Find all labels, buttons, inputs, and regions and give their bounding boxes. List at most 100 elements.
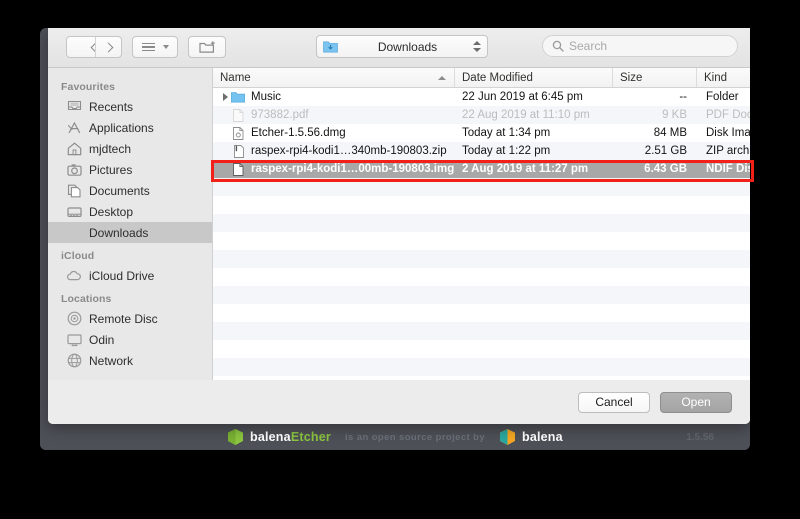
desktop-icon <box>66 204 82 220</box>
empty-row <box>213 250 750 268</box>
list-view-icon <box>141 42 155 52</box>
sidebar-section-favourites-title: Favourites <box>61 81 116 93</box>
column-header-size[interactable]: Size <box>613 68 697 87</box>
disclosure-triangle-icon[interactable] <box>220 93 230 101</box>
table-row[interactable]: Music 22 Jun 2019 at 6:45 pm -- Folder <box>213 88 750 106</box>
row-date-cell: 22 Aug 2019 at 11:10 pm <box>462 109 590 121</box>
etcher-word: Etcher <box>290 430 331 444</box>
new-folder-icon <box>198 41 215 53</box>
sidebar-item-applications[interactable]: Applications <box>48 117 212 138</box>
disc-icon <box>66 311 82 327</box>
recents-icon <box>66 99 82 115</box>
column-header-name[interactable]: Name <box>213 68 455 87</box>
sidebar-item-recents[interactable]: Recents <box>48 96 212 117</box>
row-kind-cell: PDF Docu <box>706 109 750 121</box>
open-button[interactable]: Open <box>660 391 732 413</box>
sidebar-item-pictures[interactable]: Pictures <box>48 159 212 180</box>
forward-button[interactable] <box>95 37 123 57</box>
sidebar-section-icloud-title: iCloud <box>61 250 95 262</box>
empty-row <box>213 340 750 358</box>
display-icon <box>66 332 82 348</box>
sidebar-item-desktop[interactable]: Desktop <box>48 201 212 222</box>
file-list: Name Date Modified Size Kind Music 22 Ju… <box>213 68 750 424</box>
row-kind-cell: Folder <box>706 91 739 103</box>
dialog-body: Favourites Recents Applications mjdtech … <box>48 68 750 424</box>
table-row[interactable]: 973882.pdf 22 Aug 2019 at 11:10 pm 9 KB … <box>213 106 750 124</box>
column-header-date-modified[interactable]: Date Modified <box>455 68 613 87</box>
downloads-icon <box>66 225 82 241</box>
sidebar-item-documents[interactable]: Documents <box>48 180 212 201</box>
sidebar-item-label: iCloud Drive <box>89 268 155 283</box>
row-date-cell: Today at 1:34 pm <box>462 127 551 139</box>
open-file-dialog: Downloads Search Favourites Recents Appl… <box>48 28 750 424</box>
row-date-cell: Today at 1:22 pm <box>462 145 551 157</box>
table-row[interactable]: Etcher-1.5.56.dmg Today at 1:34 pm 84 MB… <box>213 124 750 142</box>
table-row[interactable]: raspex-rpi4-kodi1…00mb-190803.img 2 Aug … <box>213 160 750 178</box>
sidebar-item-icloud-drive[interactable]: iCloud Drive <box>48 265 212 286</box>
file-rows: Music 22 Jun 2019 at 6:45 pm -- Folder 9… <box>213 88 750 424</box>
sidebar-item-mjdtech[interactable]: mjdtech <box>48 138 212 159</box>
pdf-file-icon <box>231 108 245 122</box>
zip-file-icon <box>231 144 245 158</box>
sidebar-item-label: Applications <box>89 120 154 135</box>
new-folder-button[interactable] <box>188 36 226 58</box>
row-name-cell: 973882.pdf <box>213 108 455 122</box>
pictures-icon <box>66 162 82 178</box>
empty-row <box>213 214 750 232</box>
etcher-footer-bar: balenaEtcher is an open source project b… <box>40 424 750 450</box>
sidebar-item-label: Remote Disc <box>89 311 158 326</box>
sidebar-item-label: Downloads <box>89 225 149 240</box>
home-icon <box>66 141 82 157</box>
documents-icon <box>66 183 82 199</box>
search-field[interactable]: Search <box>542 35 738 57</box>
balena-etcher-brand: balenaEtcher <box>228 424 331 450</box>
table-row[interactable]: raspex-rpi4-kodi1…340mb-190803.zip Today… <box>213 142 750 160</box>
sidebar-item-label: mjdtech <box>89 141 132 156</box>
search-icon <box>552 40 564 52</box>
row-size-cell: -- <box>679 91 687 103</box>
open-source-tagline: is an open source project by <box>345 431 486 443</box>
view-options-button[interactable] <box>132 36 178 58</box>
cloud-icon <box>66 268 82 284</box>
sidebar-item-remote-disc[interactable]: Remote Disc <box>48 308 212 329</box>
row-date-cell: 22 Jun 2019 at 6:45 pm <box>462 91 583 103</box>
empty-row <box>213 322 750 340</box>
sidebar-item-odin[interactable]: Odin <box>48 329 212 350</box>
location-popup-button[interactable]: Downloads <box>316 35 488 58</box>
dialog-footer: Cancel Open <box>48 380 750 424</box>
downloads-folder-icon <box>323 41 338 53</box>
sidebar-item-label: Odin <box>89 332 115 347</box>
sidebar-item-label: Desktop <box>89 204 134 219</box>
balena-parent-brand[interactable]: balena <box>500 424 563 450</box>
cancel-button[interactable]: Cancel <box>578 391 650 413</box>
screen: balenaEtcher is an open source project b… <box>0 0 800 519</box>
balena-parent-word: balena <box>522 430 563 444</box>
column-header-kind[interactable]: Kind <box>697 68 750 87</box>
sidebar-item-label: Network <box>89 353 134 368</box>
app-version: 1.5.56 <box>686 431 714 443</box>
sidebar-item-network[interactable]: Network <box>48 350 212 371</box>
row-kind-cell: Disk Imag <box>706 127 750 139</box>
sidebar-item-downloads[interactable]: Downloads <box>48 222 212 243</box>
sidebar-section-locations-title: Locations <box>61 293 112 305</box>
row-kind-cell: ZIP archiv <box>706 145 750 157</box>
sidebar-item-label: Pictures <box>89 162 133 177</box>
balena-etcher-logo-icon <box>228 429 243 445</box>
search-input[interactable]: Search <box>569 39 607 53</box>
row-size-cell: 9 KB <box>662 109 687 121</box>
sidebar: Favourites Recents Applications mjdtech … <box>48 68 213 424</box>
dmg-file-icon <box>231 126 245 140</box>
img-file-icon <box>231 162 245 176</box>
row-name-cell: Etcher-1.5.56.dmg <box>213 126 455 140</box>
navigation-buttons[interactable] <box>66 36 122 58</box>
empty-row <box>213 304 750 322</box>
column-headers: Name Date Modified Size Kind <box>213 68 750 88</box>
row-name-cell: raspex-rpi4-kodi1…340mb-190803.zip <box>213 144 455 158</box>
network-globe-icon <box>66 353 82 369</box>
row-name-cell: Music <box>213 90 455 104</box>
chevron-down-icon <box>162 45 169 49</box>
sort-ascending-icon <box>438 76 446 80</box>
row-size-cell: 84 MB <box>653 127 687 139</box>
empty-row <box>213 178 750 196</box>
empty-row <box>213 358 750 376</box>
